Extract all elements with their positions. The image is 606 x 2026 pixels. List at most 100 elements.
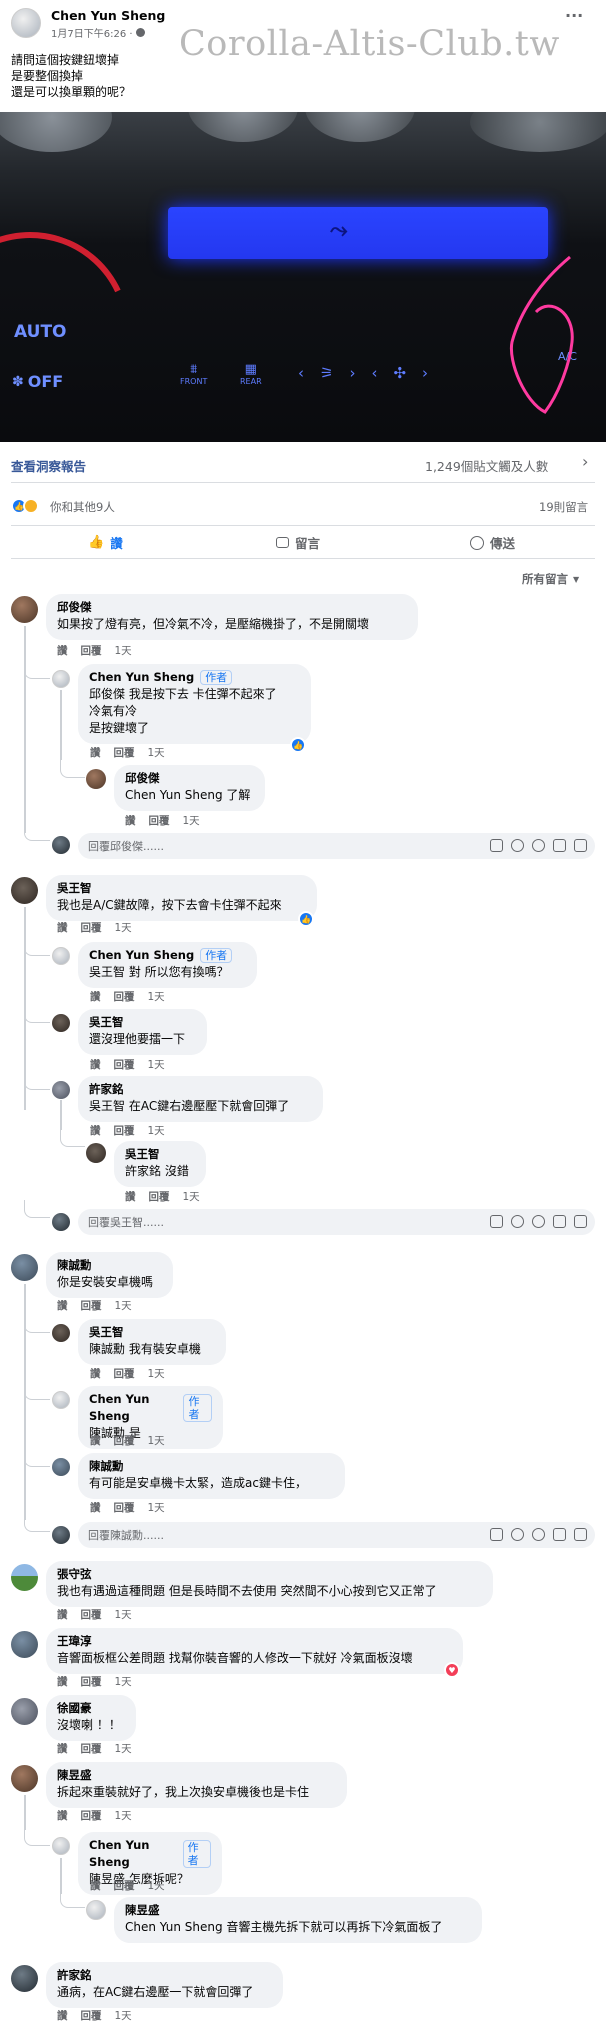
like-reaction-icon[interactable]: 👍	[298, 911, 314, 927]
comment-author[interactable]: 陳昱盛	[57, 1767, 336, 1784]
like-link[interactable]: 讚	[57, 1741, 68, 1756]
reply-link[interactable]: 回覆	[114, 1057, 135, 1072]
sticker-alt-icon[interactable]	[574, 1528, 587, 1541]
reply-link[interactable]: 回覆	[114, 1123, 135, 1138]
heart-reaction-icon[interactable]: ♥	[444, 1662, 460, 1678]
comment-author[interactable]: Chen Yun Sheng	[89, 1391, 177, 1425]
comment-author[interactable]: Chen Yun Sheng	[89, 1837, 177, 1871]
like-link[interactable]: 讚	[125, 813, 136, 828]
avatar[interactable]	[11, 877, 38, 904]
camera-icon[interactable]	[532, 839, 545, 852]
like-action-button[interactable]: 👍 讚	[88, 533, 123, 552]
avatar[interactable]	[52, 1458, 70, 1476]
comment-time[interactable]: 1天	[115, 2008, 132, 2023]
reply-link[interactable]: 回覆	[114, 989, 135, 1004]
avatar[interactable]	[86, 769, 106, 789]
avatar[interactable]	[52, 1014, 70, 1032]
comment-author[interactable]: 吳王智	[125, 1146, 195, 1163]
emoji-icon[interactable]	[511, 1215, 524, 1228]
wow-reaction-icon[interactable]	[23, 498, 39, 514]
comment-author[interactable]: 許家銘	[89, 1081, 312, 1098]
reply-link[interactable]: 回覆	[114, 1366, 135, 1381]
comment-time[interactable]: 1天	[115, 1808, 132, 1823]
more-options-button[interactable]: ···	[565, 6, 583, 25]
like-link[interactable]: 讚	[90, 1500, 101, 1515]
camera-icon[interactable]	[532, 1528, 545, 1541]
avatar[interactable]	[52, 1837, 70, 1855]
like-link[interactable]: 讚	[57, 1674, 68, 1689]
comment-author[interactable]: 徐國豪	[57, 1700, 125, 1717]
comment-author[interactable]: 邱俊傑	[57, 599, 407, 616]
post-timestamp[interactable]: 1月7日下午6:26 ·	[51, 25, 145, 40]
like-link[interactable]: 讚	[90, 989, 101, 1004]
avatar[interactable]	[52, 1391, 70, 1409]
avatar[interactable]	[86, 1143, 106, 1163]
comment-time[interactable]: 1天	[115, 643, 132, 658]
comment-time[interactable]: 1天	[148, 1878, 165, 1893]
like-link[interactable]: 讚	[90, 1057, 101, 1072]
like-reaction-icon[interactable]: 👍	[290, 737, 306, 753]
sticker-icon[interactable]	[490, 1215, 503, 1228]
like-link[interactable]: 讚	[57, 920, 68, 935]
comment-time[interactable]: 1天	[148, 1057, 165, 1072]
comment-author[interactable]: 張守弦	[57, 1566, 482, 1583]
gif-icon[interactable]	[553, 1215, 566, 1228]
reply-link[interactable]: 回覆	[114, 1500, 135, 1515]
post-photo[interactable]: AUTO ✽ OFF ⤳ ⩩ FRONT ▦ REAR ‹⚞›‹✣› A/C	[0, 112, 606, 442]
avatar[interactable]	[11, 1631, 38, 1658]
like-link[interactable]: 讚	[57, 2008, 68, 2023]
comment-time[interactable]: 1天	[148, 1433, 165, 1448]
reply-link[interactable]: 回覆	[81, 1674, 102, 1689]
comment-time[interactable]: 1天	[115, 1741, 132, 1756]
reply-link[interactable]: 回覆	[81, 920, 102, 935]
reply-link[interactable]: 回覆	[81, 1808, 102, 1823]
comment-time[interactable]: 1天	[115, 1607, 132, 1622]
reply-input[interactable]: 回覆吳王智......	[78, 1209, 595, 1235]
comment-author[interactable]: 吳王智	[57, 880, 306, 897]
comment-author[interactable]: Chen Yun Sheng	[89, 947, 194, 964]
sticker-alt-icon[interactable]	[574, 839, 587, 852]
gif-icon[interactable]	[553, 839, 566, 852]
reply-link[interactable]: 回覆	[81, 1298, 102, 1313]
avatar[interactable]	[52, 1324, 70, 1342]
reply-link[interactable]: 回覆	[114, 1878, 135, 1893]
comment-action-button[interactable]: 留言	[276, 533, 320, 552]
like-link[interactable]: 讚	[90, 1123, 101, 1138]
comment-sort-dropdown[interactable]: 所有留言 ▼	[522, 571, 579, 587]
avatar[interactable]	[52, 947, 70, 965]
sticker-alt-icon[interactable]	[574, 1215, 587, 1228]
comment-author[interactable]: 吳王智	[89, 1014, 196, 1031]
like-link[interactable]: 讚	[57, 643, 68, 658]
comment-author[interactable]: 吳王智	[89, 1324, 215, 1341]
avatar[interactable]	[11, 1564, 38, 1591]
share-action-button[interactable]: 傳送	[470, 533, 515, 552]
sticker-icon[interactable]	[490, 839, 503, 852]
comment-author[interactable]: 陳誠勳	[57, 1257, 162, 1274]
emoji-icon[interactable]	[511, 839, 524, 852]
comment-time[interactable]: 1天	[115, 1298, 132, 1313]
reply-link[interactable]: 回覆	[149, 813, 170, 828]
avatar[interactable]	[52, 670, 70, 688]
post-author-avatar[interactable]	[11, 8, 41, 38]
comment-author[interactable]: 陳誠勳	[89, 1458, 334, 1475]
emoji-icon[interactable]	[511, 1528, 524, 1541]
reply-input[interactable]: 回覆陳誠勳......	[78, 1522, 595, 1548]
gif-icon[interactable]	[553, 1528, 566, 1541]
comment-time[interactable]: 1天	[183, 813, 200, 828]
reactions-summary[interactable]: 你和其他9人	[50, 499, 115, 515]
comment-author[interactable]: 許家銘	[57, 1967, 272, 1984]
comment-time[interactable]: 1天	[115, 1674, 132, 1689]
comment-time[interactable]: 1天	[148, 1500, 165, 1515]
avatar[interactable]	[86, 1900, 106, 1920]
reply-input[interactable]: 回覆邱俊傑......	[78, 833, 595, 859]
comment-time[interactable]: 1天	[183, 1189, 200, 1204]
reply-link[interactable]: 回覆	[81, 643, 102, 658]
like-link[interactable]: 讚	[90, 1433, 101, 1448]
avatar[interactable]	[11, 596, 38, 623]
avatar[interactable]	[11, 1254, 38, 1281]
reply-link[interactable]: 回覆	[114, 745, 135, 760]
reply-link[interactable]: 回覆	[81, 2008, 102, 2023]
like-link[interactable]: 讚	[90, 745, 101, 760]
comment-time[interactable]: 1天	[115, 920, 132, 935]
like-link[interactable]: 讚	[90, 1878, 101, 1893]
